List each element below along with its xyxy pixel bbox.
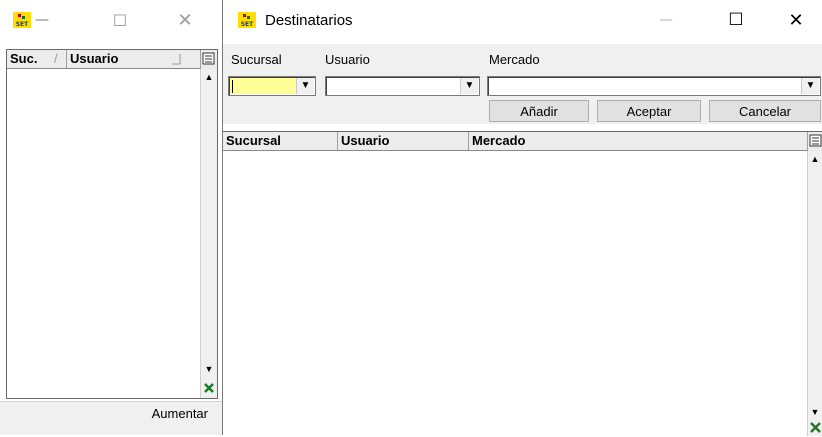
cancel-button-label: Cancelar [738, 103, 792, 119]
maximize-button[interactable]: ☐ [713, 0, 759, 40]
column-chooser-icon[interactable] [807, 132, 822, 151]
aumentar-button[interactable]: Aumentar [118, 404, 218, 424]
text-cursor [232, 80, 233, 93]
left-grid-vertical-scrollbar[interactable]: ▲ ▼ [200, 69, 217, 398]
left-grid: Suc. / Usuario ▲ ▼ [6, 49, 218, 399]
filter-panel: Sucursal Usuario Mercado ▼ ▼ ▼ Añadir Ac… [223, 44, 822, 124]
scroll-down-arrow-icon[interactable]: ▼ [201, 361, 217, 378]
mercado-select[interactable]: ▼ [487, 76, 821, 96]
column-header-sucursal[interactable]: Sucursal [223, 132, 338, 150]
chevron-down-icon[interactable]: ▼ [460, 78, 478, 94]
left-window: SET — ☐ ✕ Suc. / Usuario ▲ ▼ Aumentar [0, 0, 223, 435]
excel-export-icon[interactable] [202, 380, 216, 396]
main-window: SET Destinatarios — ☐ ✕ Sucursal Usuario… [223, 0, 822, 436]
sucursal-label: Sucursal [231, 52, 282, 67]
sucursal-select[interactable]: ▼ [228, 76, 316, 96]
chevron-down-icon[interactable]: ▼ [296, 78, 314, 94]
scroll-down-arrow-icon[interactable]: ▼ [808, 404, 822, 421]
column-header-suc-label: Suc. [10, 51, 38, 66]
column-chooser-icon[interactable] [200, 50, 217, 69]
recipients-grid: Sucursal Usuario Mercado ▲ ▼ [223, 131, 822, 436]
column-header-mercado[interactable]: Mercado [469, 132, 807, 150]
sort-icon: / [54, 51, 58, 66]
left-window-titlebar: SET — ☐ ✕ [0, 0, 222, 40]
left-maximize-button[interactable]: ☐ [100, 0, 140, 40]
app-logo-icon: SET [238, 12, 256, 28]
accept-button-label: Aceptar [626, 103, 672, 119]
left-window-footer: Aumentar [0, 401, 222, 435]
add-button[interactable]: Añadir [489, 100, 589, 122]
sucursal-select-value [230, 78, 296, 94]
column-header-usuario[interactable]: Usuario [338, 132, 469, 150]
minimize-button[interactable]: — [643, 0, 689, 40]
cancel-button[interactable]: Cancelar [709, 100, 821, 122]
left-grid-header: Suc. / Usuario [7, 50, 200, 69]
close-button[interactable]: ✕ [773, 0, 819, 40]
recipients-grid-header: Sucursal Usuario Mercado [223, 132, 807, 151]
scroll-up-arrow-icon[interactable]: ▲ [201, 69, 217, 86]
main-window-titlebar: SET Destinatarios — ☐ ✕ [223, 0, 822, 40]
excel-export-icon[interactable] [809, 421, 822, 435]
usuario-label: Usuario [325, 52, 370, 67]
scroll-up-arrow-icon[interactable]: ▲ [808, 151, 822, 168]
accept-button[interactable]: Aceptar [597, 100, 701, 122]
mercado-label: Mercado [489, 52, 540, 67]
sort-triangle-icon [172, 54, 181, 65]
left-close-button[interactable]: ✕ [165, 0, 205, 40]
usuario-select[interactable]: ▼ [325, 76, 480, 96]
window-title: Destinatarios [265, 12, 353, 29]
column-header-suc[interactable]: Suc. / [7, 50, 67, 68]
chevron-down-icon[interactable]: ▼ [801, 78, 819, 94]
recipients-grid-vertical-scrollbar[interactable]: ▲ ▼ [807, 151, 822, 436]
column-header-usuario[interactable]: Usuario [67, 50, 200, 68]
left-minimize-button[interactable]: — [22, 0, 62, 40]
column-header-usuario-label: Usuario [70, 51, 119, 66]
add-button-label: Añadir [520, 103, 558, 119]
